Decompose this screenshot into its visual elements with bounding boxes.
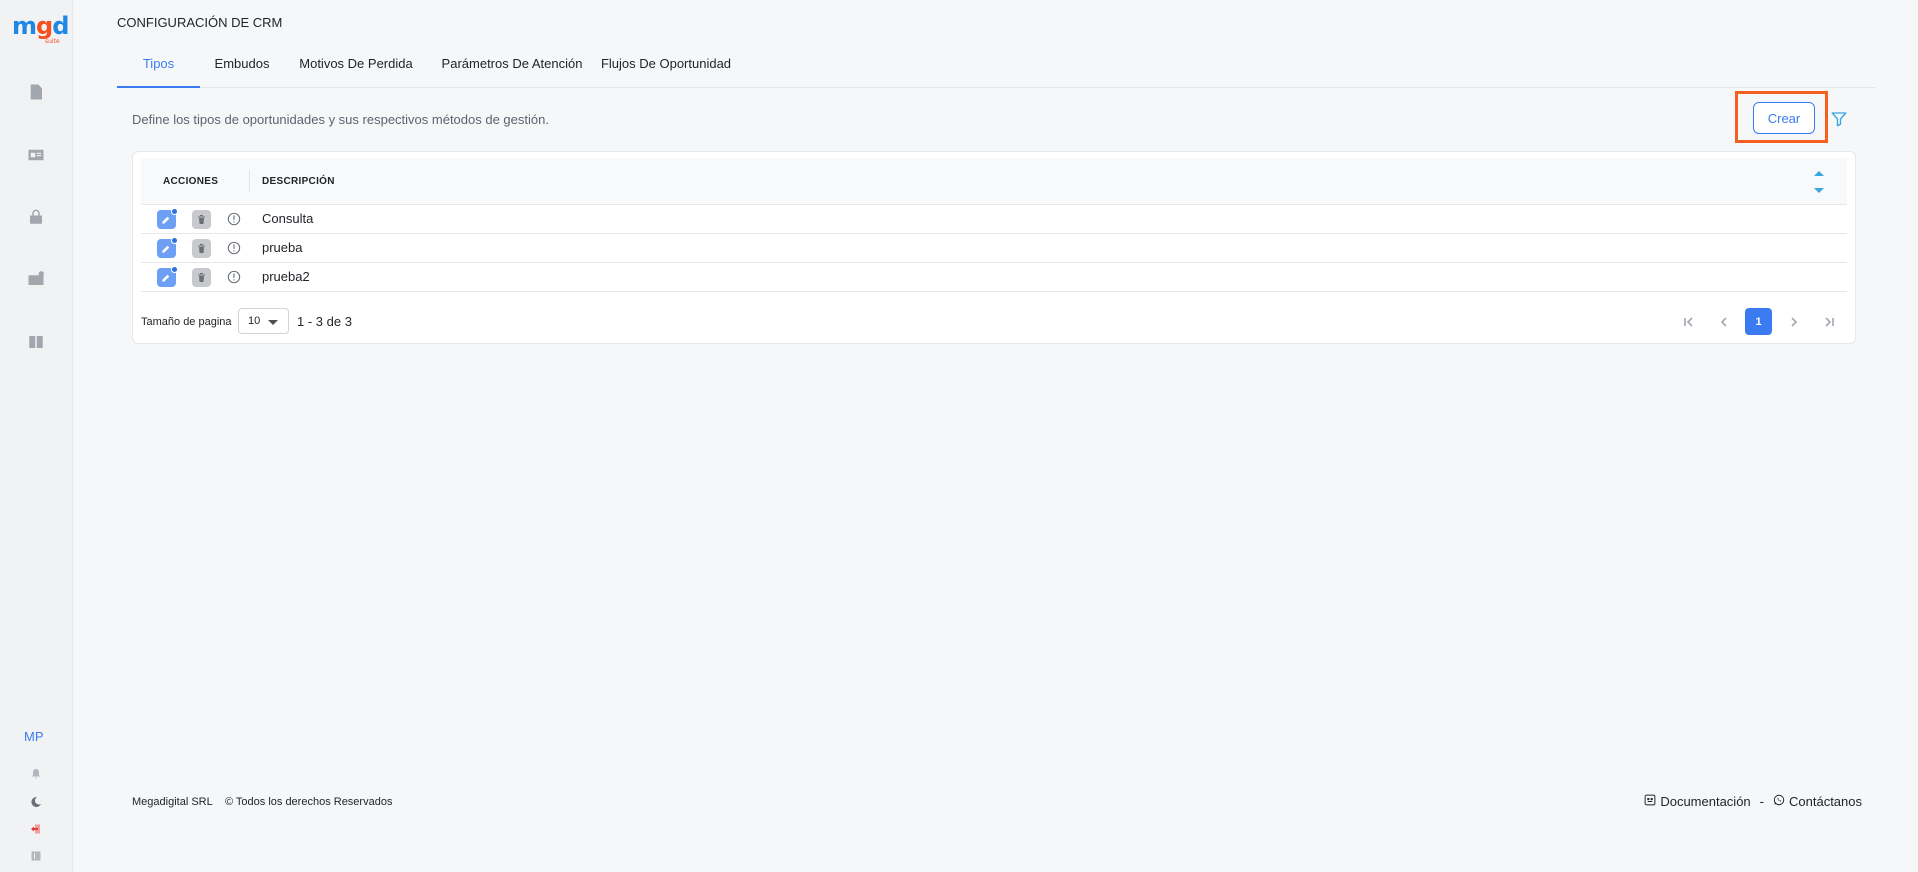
document-link-icon	[1644, 794, 1656, 809]
info-icon[interactable]	[227, 212, 241, 226]
filter-icon[interactable]	[1830, 109, 1848, 129]
book-icon[interactable]	[26, 332, 46, 352]
user-avatar[interactable]: MP	[24, 729, 44, 744]
tab-flujos-de-oportunidad[interactable]: Flujos De Oportunidad	[596, 51, 736, 88]
tab-parametros-de-atencion[interactable]: Parámetros De Atención	[428, 51, 596, 88]
edit-button[interactable]	[157, 237, 178, 258]
tab-tipos[interactable]: Tipos	[117, 51, 200, 88]
last-page-button[interactable]	[1815, 308, 1842, 335]
logout-icon[interactable]	[30, 822, 44, 836]
footer-copyright: Megadigital SRL © Todos los derechos Res…	[132, 796, 392, 808]
edit-button[interactable]	[157, 208, 178, 229]
page-title: CONFIGURACIÓN DE CRM	[117, 15, 283, 30]
delete-button[interactable]	[192, 239, 211, 258]
lock-icon[interactable]	[26, 207, 46, 227]
tab-motivos-de-perdida[interactable]: Motivos De Perdida	[284, 51, 428, 88]
contact-card-icon[interactable]	[26, 145, 46, 165]
bell-icon[interactable]	[30, 767, 44, 781]
row-description: prueba2	[262, 269, 310, 284]
previous-page-button[interactable]	[1710, 308, 1737, 335]
page-size-select[interactable]: 10	[238, 308, 289, 334]
table-row: prueba2	[141, 263, 1847, 292]
first-page-button[interactable]	[1675, 308, 1702, 335]
document-icon[interactable]	[26, 82, 46, 102]
types-table: ACCIONES DESCRIPCIÓN Consulta prueba pru…	[132, 151, 1856, 344]
row-description: prueba	[262, 240, 303, 255]
page-size-label: Tamaño de pagina	[141, 316, 232, 328]
info-icon[interactable]	[227, 241, 241, 255]
section-description: Define los tipos de oportunidades y sus …	[132, 112, 549, 127]
table-header: ACCIONES DESCRIPCIÓN	[141, 158, 1847, 205]
delete-button[interactable]	[192, 210, 211, 229]
edit-indicator-dot	[171, 208, 178, 215]
row-description: Consulta	[262, 211, 314, 226]
tab-embudos[interactable]: Embudos	[200, 51, 284, 88]
next-page-button[interactable]	[1780, 308, 1807, 335]
column-header-acciones: ACCIONES	[163, 176, 219, 187]
table-row: prueba	[141, 234, 1847, 263]
wallet-icon[interactable]	[26, 269, 46, 289]
chevron-down-icon	[268, 320, 278, 325]
tab-bar: Tipos Embudos Motivos De Perdida Parámet…	[117, 51, 1875, 88]
brand-logo[interactable]: mgd suite	[12, 12, 69, 45]
sidebar: mgd suite MP	[0, 0, 73, 872]
footer-rights: © Todos los derechos Reservados	[224, 796, 393, 808]
column-header-descripcion: DESCRIPCIÓN	[262, 176, 335, 187]
documentation-link[interactable]: Documentación	[1660, 794, 1750, 809]
pagination-range: 1 - 3 de 3	[297, 314, 352, 329]
moon-icon[interactable]	[30, 795, 44, 809]
page-size-value: 10	[248, 315, 261, 327]
whatsapp-icon	[1773, 794, 1785, 809]
footer-company: Megadigital SRL	[132, 796, 213, 808]
edit-button[interactable]	[157, 266, 178, 287]
contact-link[interactable]: Contáctanos	[1789, 794, 1862, 809]
table-row: Consulta	[141, 205, 1847, 234]
delete-button[interactable]	[192, 268, 211, 287]
footer-links: Documentación - Contáctanos	[1644, 794, 1862, 809]
column-divider	[249, 170, 250, 192]
footer-separator: -	[1759, 794, 1764, 809]
edit-indicator-dot	[171, 266, 178, 273]
info-icon[interactable]	[227, 270, 241, 284]
create-button[interactable]: Crear	[1753, 102, 1815, 134]
current-page-button[interactable]: 1	[1745, 308, 1772, 335]
panel-toggle-icon[interactable]	[30, 849, 44, 863]
edit-indicator-dot	[171, 237, 178, 244]
sort-icon[interactable]	[1813, 168, 1825, 196]
